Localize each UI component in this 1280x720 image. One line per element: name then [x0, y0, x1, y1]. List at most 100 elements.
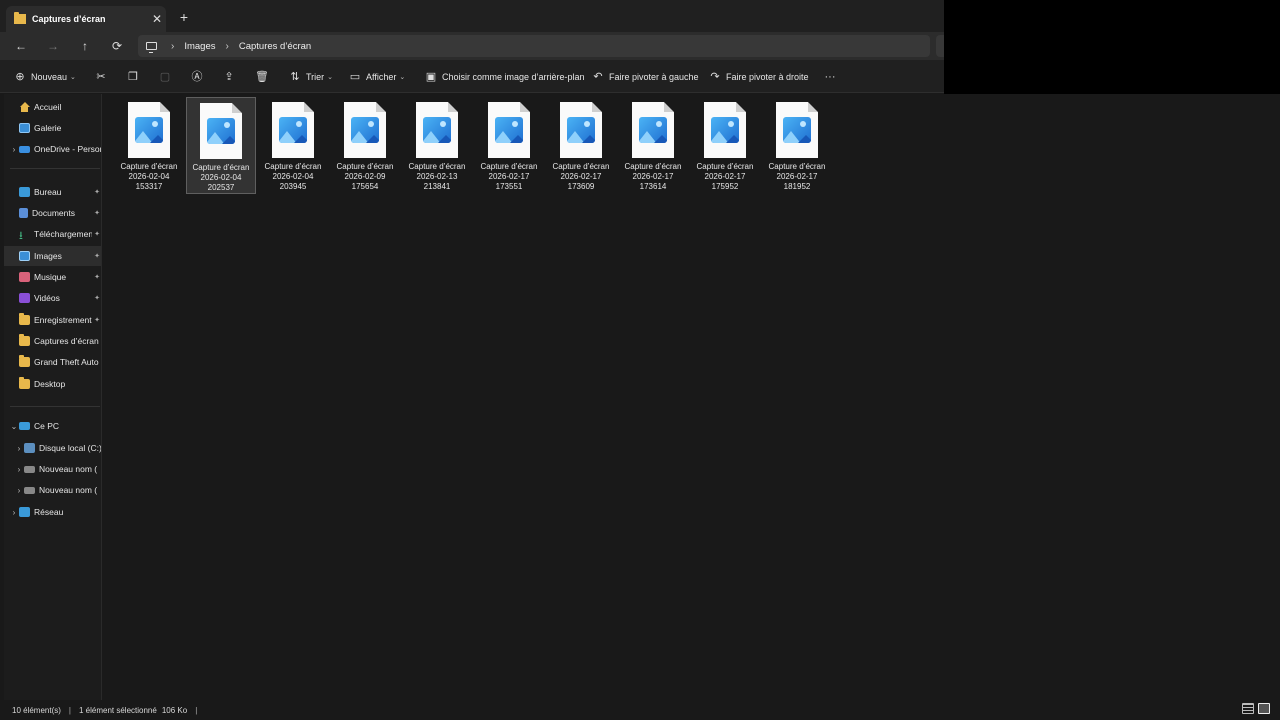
sidebar-item-label: Grand Theft Auto: [34, 357, 99, 367]
sidebar-item-onedrive[interactable]: › OneDrive - Personnel: [4, 139, 101, 159]
sidebar-item-label: Bureau: [34, 187, 62, 197]
image-file-icon: [128, 102, 170, 158]
sidebar-item-enregistrements[interactable]: Enregistrements ✦: [4, 310, 101, 330]
cut-button[interactable]: ✂: [95, 70, 107, 84]
sidebar-item-label: Musique: [34, 272, 67, 282]
close-tab-icon[interactable]: ✕: [148, 12, 166, 26]
sidebar-item-musique[interactable]: Musique ✦: [4, 267, 101, 287]
rotate-left-button[interactable]: ↶ Faire pivoter à gauche: [592, 70, 698, 84]
new-button[interactable]: ⊕ Nouveau ⌄: [14, 70, 76, 84]
rotate-right-icon: ↷: [710, 71, 720, 83]
sort-label: Trier: [306, 72, 325, 82]
share-button[interactable]: ⇪: [223, 70, 235, 84]
image-file-icon: [200, 103, 242, 159]
pin-icon[interactable]: ✦: [92, 209, 101, 217]
paste-icon: ▢: [159, 71, 171, 83]
file-name: Capture d’écran 2026-02-04 203945: [264, 162, 322, 191]
chevron-right-icon[interactable]: ›: [9, 508, 19, 517]
sidebar-item-videos[interactable]: Vidéos ✦: [4, 288, 101, 308]
folder-icon: [19, 313, 30, 325]
forward-button[interactable]: →: [45, 38, 61, 54]
sidebar-divider: [10, 168, 100, 169]
file-item[interactable]: Capture d’écran 2026-02-13 213841: [402, 97, 472, 194]
breadcrumb-images[interactable]: Images: [184, 41, 215, 52]
sidebar-item-captures[interactable]: Captures d’écran: [4, 331, 101, 351]
sidebar-item-nouveau-nom-2[interactable]: › Nouveau nom (: [4, 480, 101, 500]
sidebar-item-bureau[interactable]: Bureau ✦: [4, 182, 101, 202]
copy-icon: ❐: [128, 71, 138, 83]
pin-icon[interactable]: ✦: [92, 273, 101, 281]
pc-icon: [19, 422, 30, 430]
view-button[interactable]: ▭ Afficher ⌄: [349, 70, 405, 84]
rename-button[interactable]: Ⓐ: [191, 70, 203, 84]
chevron-down-icon[interactable]: ⌄: [9, 422, 19, 431]
navigation-pane: Accueil Galerie › OneDrive - Personnel B…: [4, 94, 102, 700]
folder-icon: [19, 377, 30, 389]
status-separator: |: [68, 705, 71, 715]
sidebar-item-label: OneDrive - Personnel: [34, 144, 101, 154]
details-view-icon[interactable]: [1242, 703, 1254, 714]
sidebar-item-ce-pc[interactable]: ⌄ Ce PC: [4, 416, 101, 436]
chevron-right-icon[interactable]: ›: [14, 486, 24, 495]
file-item[interactable]: Capture d’écran 2026-02-09 175654: [330, 97, 400, 194]
chevron-right-icon[interactable]: ›: [9, 145, 19, 154]
file-item[interactable]: Capture d’écran 2026-02-17 173614: [618, 97, 688, 194]
status-separator: |: [195, 705, 198, 715]
onedrive-icon: [19, 145, 30, 153]
more-options-button[interactable]: ···: [823, 70, 837, 84]
file-item[interactable]: Capture d’écran 2026-02-04 202537: [186, 97, 256, 194]
pin-icon[interactable]: ✦: [92, 230, 101, 238]
sidebar-item-accueil[interactable]: Accueil: [4, 97, 101, 117]
more-icon: ···: [824, 71, 836, 83]
file-item[interactable]: Capture d’écran 2026-02-04 203945: [258, 97, 328, 194]
share-icon: ⇪: [224, 71, 234, 83]
pin-icon[interactable]: ✦: [92, 294, 101, 302]
chevron-right-icon[interactable]: ›: [14, 465, 24, 474]
sidebar-item-label: Enregistrements: [34, 315, 92, 325]
delete-button[interactable]: 🗑: [255, 70, 269, 84]
image-file-icon: [632, 102, 674, 158]
search-box[interactable]: [936, 35, 944, 57]
up-button[interactable]: ↑: [77, 38, 93, 54]
file-item[interactable]: Capture d’écran 2026-02-17 173609: [546, 97, 616, 194]
address-bar[interactable]: › Images › Captures d’écran: [138, 35, 930, 57]
file-name: Capture d’écran 2026-02-13 213841: [408, 162, 466, 191]
sidebar-item-reseau[interactable]: › Réseau: [4, 502, 101, 522]
rotate-left-icon: ↶: [593, 71, 603, 83]
file-name: Capture d’écran 2026-02-17 181952: [768, 162, 826, 191]
disk-icon: [24, 465, 35, 473]
chevron-down-icon: ⌄: [70, 74, 76, 81]
back-button[interactable]: ←: [13, 38, 29, 54]
refresh-button[interactable]: ⟳: [109, 38, 125, 54]
plus-circle-icon: ⊕: [15, 71, 25, 83]
pin-icon[interactable]: ✦: [92, 188, 101, 196]
new-tab-button[interactable]: +: [176, 9, 192, 25]
sort-button[interactable]: ⇅ Trier ⌄: [289, 70, 333, 84]
paste-button[interactable]: ▢: [159, 70, 171, 84]
sidebar-item-desktop[interactable]: Desktop: [4, 374, 101, 394]
sidebar-item-nouveau-nom-1[interactable]: › Nouveau nom (: [4, 459, 101, 479]
copy-button[interactable]: ❐: [127, 70, 139, 84]
file-item[interactable]: Capture d’écran 2026-02-17 175952: [690, 97, 760, 194]
disk-icon: [24, 443, 35, 453]
file-item[interactable]: Capture d’écran 2026-02-04 153317: [114, 97, 184, 194]
chevron-right-icon[interactable]: ›: [14, 444, 24, 453]
file-name: Capture d’écran 2026-02-04 153317: [120, 162, 178, 191]
sidebar-item-images[interactable]: Images ✦: [4, 246, 101, 266]
sidebar-item-telechargements[interactable]: Téléchargements ✦: [4, 224, 101, 246]
file-item[interactable]: Capture d’écran 2026-02-17 173551: [474, 97, 544, 194]
sidebar-item-gta[interactable]: Grand Theft Auto: [4, 352, 101, 372]
rotate-right-button[interactable]: ↷ Faire pivoter à droite: [709, 70, 808, 84]
pin-icon[interactable]: ✦: [92, 252, 101, 260]
tab-captures[interactable]: Captures d’écran ✕: [6, 6, 166, 32]
breadcrumb-captures[interactable]: Captures d’écran: [239, 41, 311, 52]
sidebar-item-disque-c[interactable]: › Disque local (C:): [4, 438, 101, 458]
sidebar-item-documents[interactable]: Documents ✦: [4, 203, 101, 223]
file-item[interactable]: Capture d’écran 2026-02-17 181952: [762, 97, 832, 194]
file-name: Capture d’écran 2026-02-17 173551: [480, 162, 538, 191]
sidebar-item-galerie[interactable]: Galerie: [4, 118, 101, 138]
large-icons-view-icon[interactable]: [1258, 703, 1270, 714]
file-name: Capture d’écran 2026-02-17 175952: [696, 162, 754, 191]
pin-icon[interactable]: ✦: [92, 316, 101, 324]
set-background-button[interactable]: ▣ Choisir comme image d’arrière-plan: [425, 70, 585, 84]
